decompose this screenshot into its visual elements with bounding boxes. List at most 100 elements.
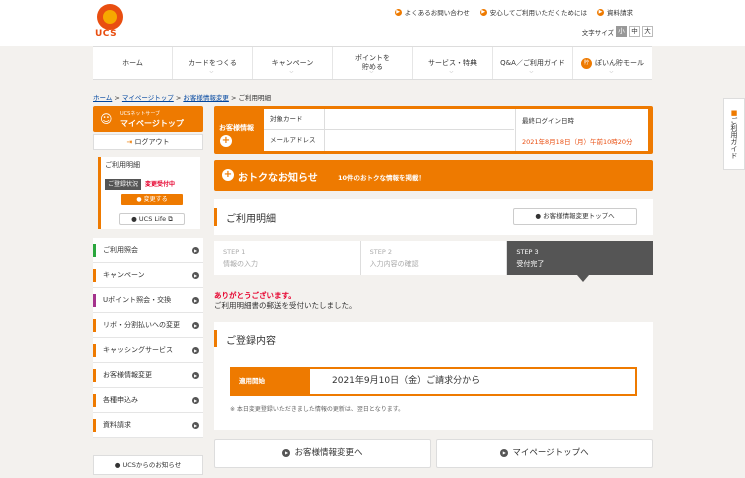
arrow-icon: ▶ [192, 347, 199, 354]
font-size-control: 文字サイズ 小 中 大 [582, 26, 653, 37]
page: UCS ▶ よくあるお問い合わせ ▶ 安心してご利用いただくためには ▶ 資料請求 文… [0, 0, 745, 478]
font-size-small[interactable]: 小 [616, 26, 627, 37]
logo-text: UCS [95, 29, 118, 39]
step-indicator: STEP 1 情報の入力 STEP 2 入力内容の確認 STEP 3 受付完了 [214, 241, 654, 282]
menu-color-bar [93, 244, 96, 257]
chevron-down-icon: ⌵ [609, 69, 614, 75]
menu-color-bar [93, 319, 96, 332]
breadcrumb: ホーム > マイページトップ > お客様情報変更 > ご利用明細 [93, 94, 271, 102]
sidebar-item[interactable]: Uポイント照会・交換 ▶ [93, 288, 203, 313]
global-nav: ホーム カードをつくる ⌵ キャンペーン ⌵ ポイントを貯める ⌵ サービス・特典 ⌵ … [93, 46, 652, 80]
sidebar-item[interactable]: ご利用照会 ▶ [93, 238, 203, 263]
registration-title: ご登録内容 [226, 336, 276, 347]
meisai-title: ご利用明細 [105, 161, 140, 169]
chevron-down-icon: ⌵ [289, 69, 294, 75]
arrow-icon: ● [131, 215, 137, 223]
logo-mark-icon [97, 4, 123, 30]
breadcrumb-mypage[interactable]: マイページトップ [122, 94, 174, 102]
arrow-icon: ▶ [192, 272, 199, 279]
menu-color-bar [93, 369, 96, 382]
plus-icon: + [222, 169, 234, 181]
nav-home[interactable]: ホーム [93, 47, 173, 79]
faq-link[interactable]: ▶ よくあるお問い合わせ [394, 7, 470, 17]
arrow-icon: ● [535, 212, 542, 220]
arrow-icon: ▶ [394, 8, 402, 16]
external-link-icon: ⧉ [168, 215, 173, 223]
arrow-icon: ▶ [479, 8, 487, 16]
request-link[interactable]: ▶ 資料請求 [597, 7, 633, 17]
registration-note: ※ 本日変更登録いただきました情報の更新は、翌日となります。 [230, 406, 405, 413]
sidebar-item[interactable]: お客様情報変更 ▶ [93, 363, 203, 388]
header: UCS ▶ よくあるお問い合わせ ▶ 安心してご利用いただくためには ▶ 資料請求 文… [0, 0, 745, 46]
custinfo-button[interactable]: ▶ お客様情報変更へ [214, 439, 431, 468]
chevron-down-icon: ⌵ [209, 69, 214, 75]
step-2: STEP 2 入力内容の確認 [360, 241, 508, 275]
meisai-status-box: ご利用明細 ご登録状況 変更受付中 ● 変更する ● UCS Life ⧉ [98, 157, 200, 229]
arrow-icon: ▶ [500, 448, 509, 457]
user-icon: ☺ [100, 112, 113, 126]
plus-icon[interactable]: + [220, 135, 232, 147]
arrow-icon: ▶ [282, 448, 291, 457]
menu-color-bar [93, 294, 96, 307]
nav-service[interactable]: サービス・特典 ⌵ [413, 47, 493, 79]
sidebar-item[interactable]: キャッシングサービス ▶ [93, 338, 203, 363]
top-links: ▶ よくあるお問い合わせ ▶ 安心してご利用いただくためには ▶ 資料請求 [394, 7, 633, 17]
step-3: STEP 3 受付完了 [507, 241, 654, 282]
registration-panel: ご登録内容 適用開始 2021年9月10日（金）ご請求分から ※ 本日変更登録い… [214, 322, 653, 430]
nav-mall[interactable]: 貯ぽいん貯モール ⌵ [573, 47, 652, 79]
breadcrumb-custinfo[interactable]: お客様情報変更 [183, 94, 229, 102]
otoku-banner[interactable]: + おトクなお知らせ 10件のおトクな情報を掲載！ [214, 160, 653, 191]
sidebar-item[interactable]: リボ・分割払いへの変更 ▶ [93, 313, 203, 338]
page-title: ご利用明細 [226, 214, 276, 225]
mail-row: メールアドレス [270, 136, 316, 144]
font-size-label: 文字サイズ [581, 28, 614, 37]
ucs-life-link[interactable]: ● UCS Life ⧉ [119, 213, 185, 225]
nav-points[interactable]: ポイントを貯める ⌵ [333, 47, 413, 79]
breadcrumb-home[interactable]: ホーム [93, 94, 112, 102]
arrow-icon: ▶ [192, 372, 199, 379]
guide-tab[interactable]: ■ご利用ガイド [723, 98, 745, 170]
heading-bar [214, 330, 217, 347]
logout-icon: ⇥ [126, 138, 133, 146]
arrow-icon: ▶ [192, 247, 199, 254]
nav-campaign[interactable]: キャンペーン ⌵ [253, 47, 333, 79]
nav-qa[interactable]: Q&A／ご利用ガイド ⌵ [493, 47, 573, 79]
arrow-icon: ▶ [192, 322, 199, 329]
breadcrumb-current: ご利用明細 [238, 94, 271, 102]
heading-bar [214, 208, 217, 226]
book-icon: ■ [730, 109, 738, 117]
nav-card[interactable]: カードをつくる ⌵ [173, 47, 253, 79]
divider [324, 109, 325, 151]
chevron-down-icon: ⌵ [449, 69, 454, 75]
sidebar-item[interactable]: 各種申込み ▶ [93, 388, 203, 413]
font-size-medium[interactable]: 中 [629, 26, 640, 37]
arrow-icon: ▶ [192, 397, 199, 404]
change-button[interactable]: ● 変更する [121, 194, 183, 205]
menu-color-bar [93, 394, 96, 407]
arrow-icon: ▶ [597, 8, 604, 16]
font-size-large[interactable]: 大 [642, 26, 653, 37]
side-menu: ご利用照会 ▶ キャンペーン ▶ Uポイント照会・交換 ▶ リボ・分割払いへの変更 ▶ キャッシ… [93, 238, 203, 438]
ucs-news-link[interactable]: ● UCSからのお知らせ [93, 455, 203, 475]
custinfo-top-button[interactable]: ● お客様情報変更トップへ [513, 208, 637, 225]
mypage-top-button[interactable]: ☺ UCSネットサーブ マイページトップ [93, 106, 203, 132]
status-badge: ご登録状況 変更受付中 [105, 179, 199, 190]
arrow-icon: ● [114, 461, 121, 469]
arrow-icon: ▶ [192, 422, 199, 429]
ucs-logo[interactable]: UCS [93, 4, 129, 40]
menu-color-bar [93, 269, 96, 282]
last-login: 最終ログイン日時 2021年8月18日（月）午前10時20分 [515, 109, 648, 151]
main-heading: ご利用明細 ● お客様情報変更トップへ [214, 199, 653, 235]
logout-button[interactable]: ⇥ ログアウト [93, 134, 203, 150]
chevron-down-icon: ⌵ [369, 69, 374, 75]
menu-color-bar [93, 419, 96, 432]
sidebar-item[interactable]: キャンペーン ▶ [93, 263, 203, 288]
sidebar-item[interactable]: 資料請求 ▶ [93, 413, 203, 438]
card-row: 対象カード [264, 109, 514, 130]
thanks-message: ご利用明細書の郵送を受付いたしました。 [214, 301, 357, 310]
mall-icon: 貯 [581, 57, 592, 69]
customer-info-table: 対象カード メールアドレス 最終ログイン日時 2021年8月18日（月）午前10… [264, 109, 648, 151]
arrow-icon: ▶ [192, 297, 199, 304]
security-link[interactable]: ▶ 安心してご利用いただくためには [479, 7, 587, 17]
mypage-button[interactable]: ▶ マイページトップへ [436, 439, 653, 468]
